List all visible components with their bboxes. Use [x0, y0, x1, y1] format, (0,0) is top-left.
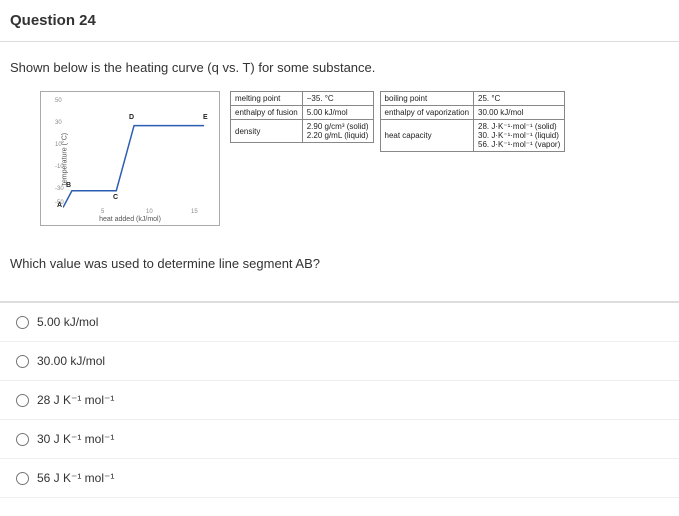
point-a-label: A	[57, 202, 62, 209]
figure-and-tables: temperature (°C) 50 30 10 -10 -30 -50 5 …	[10, 91, 669, 236]
intro-text: Shown below is the heating curve (q vs. …	[10, 60, 669, 75]
cell-label: density	[231, 120, 303, 143]
cell-value: −35. °C	[302, 92, 373, 106]
table-row: heat capacity28. J·K⁻¹·mol⁻¹ (solid) 30.…	[380, 120, 565, 152]
question-number: Question 24	[10, 12, 96, 29]
cell-label: boiling point	[380, 92, 474, 106]
question-body: Shown below is the heating curve (q vs. …	[0, 42, 679, 302]
cell-value: 30.00 kJ/mol	[474, 106, 565, 120]
x-tick: 10	[146, 209, 153, 215]
cell-value: 5.00 kJ/mol	[302, 106, 373, 120]
cell-label: heat capacity	[380, 120, 474, 152]
question-prompt: Which value was used to determine line s…	[10, 256, 669, 271]
option-label: 30 J K⁻¹ mol⁻¹	[37, 432, 114, 446]
data-tables: melting point−35. °C enthalpy of fusion5…	[230, 91, 565, 152]
option-4[interactable]: 30 J K⁻¹ mol⁻¹	[0, 420, 679, 459]
cell-value: 28. J·K⁻¹·mol⁻¹ (solid) 30. J·K⁻¹·mol⁻¹ …	[474, 120, 565, 152]
option-label: 30.00 kJ/mol	[37, 354, 105, 368]
cell-value: 25. °C	[474, 92, 565, 106]
option-label: 5.00 kJ/mol	[37, 315, 98, 329]
y-tick: 50	[55, 98, 62, 104]
question-header: Question 24	[0, 0, 679, 42]
plot-area: A B C D E	[63, 98, 213, 207]
option-radio[interactable]	[16, 355, 29, 368]
point-d-label: D	[129, 114, 134, 121]
x-tick: 5	[101, 209, 104, 215]
table-row: enthalpy of vaporization30.00 kJ/mol	[380, 106, 565, 120]
option-radio[interactable]	[16, 472, 29, 485]
table-row: boiling point25. °C	[380, 92, 565, 106]
option-radio[interactable]	[16, 316, 29, 329]
y-tick: 10	[55, 142, 62, 148]
option-radio[interactable]	[16, 394, 29, 407]
point-c-label: C	[113, 194, 118, 201]
option-label: 28 J K⁻¹ mol⁻¹	[37, 393, 114, 407]
curve-svg	[63, 98, 213, 208]
cell-label: enthalpy of vaporization	[380, 106, 474, 120]
cell-label: enthalpy of fusion	[231, 106, 303, 120]
table-row: density2.90 g/cm³ (solid) 2.20 g/mL (liq…	[231, 120, 374, 143]
point-e-label: E	[203, 114, 208, 121]
options-list: 5.00 kJ/mol 30.00 kJ/mol 28 J K⁻¹ mol⁻¹ …	[0, 302, 679, 498]
table-row: enthalpy of fusion5.00 kJ/mol	[231, 106, 374, 120]
option-radio[interactable]	[16, 433, 29, 446]
point-b-label: B	[66, 182, 71, 189]
table-row: melting point−35. °C	[231, 92, 374, 106]
cell-value: 2.90 g/cm³ (solid) 2.20 g/mL (liquid)	[302, 120, 373, 143]
option-5[interactable]: 56 J K⁻¹ mol⁻¹	[0, 459, 679, 498]
x-tick: 15	[191, 209, 198, 215]
option-label: 56 J K⁻¹ mol⁻¹	[37, 471, 114, 485]
option-2[interactable]: 30.00 kJ/mol	[0, 342, 679, 381]
option-3[interactable]: 28 J K⁻¹ mol⁻¹	[0, 381, 679, 420]
properties-table-2: boiling point25. °C enthalpy of vaporiza…	[380, 91, 566, 152]
properties-table-1: melting point−35. °C enthalpy of fusion5…	[230, 91, 374, 143]
y-tick: 30	[55, 120, 62, 126]
heating-curve-graph: temperature (°C) 50 30 10 -10 -30 -50 5 …	[40, 91, 220, 226]
cell-label: melting point	[231, 92, 303, 106]
x-axis-label: heat added (kJ/mol)	[99, 216, 161, 223]
option-1[interactable]: 5.00 kJ/mol	[0, 303, 679, 342]
